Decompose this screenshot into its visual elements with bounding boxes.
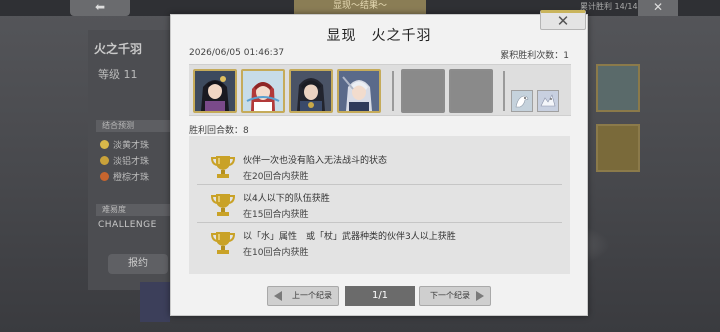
black-hair-mage-portrait-icon <box>195 71 235 111</box>
level-label: 等级 <box>98 68 120 81</box>
red-hair-girl-portrait-icon <box>243 71 283 111</box>
condition-title: 以4人以下的队伍获胜 <box>243 194 330 204</box>
condition-row-1: 伙伴一次也没有陷入无法战斗的状态 在20回合内获胜 <box>189 146 570 184</box>
character-thumb-2[interactable] <box>596 124 640 172</box>
next-record-button[interactable]: 下一个纪录 <box>419 286 491 306</box>
previous-record-label: 上一个纪录 <box>292 291 332 300</box>
level-value: 11 <box>123 68 138 81</box>
condition-row-2: 以4人以下的队伍获胜 在15回合内获胜 <box>189 184 570 222</box>
condition-row-3: 以「水」属性 或「杖」武器种类的伙伴3人以上获胜 在10回合内获胜 <box>189 222 570 260</box>
gem-line-3: 橙棕才珠 <box>100 170 149 183</box>
dark-hair-swordsman-portrait-icon <box>291 71 331 111</box>
gem-line-1: 淡黄才珠 <box>100 138 149 151</box>
trophy-icon <box>211 156 235 178</box>
difficulty-value: CHALLENGE <box>98 220 157 230</box>
white-dragon-icon <box>538 91 558 111</box>
party-divider-2 <box>503 71 505 111</box>
condition-subtitle: 在15回合内获胜 <box>243 210 309 220</box>
condition-subtitle: 在10回合内获胜 <box>243 248 309 258</box>
condition-subtitle: 在20回合内获胜 <box>243 172 309 182</box>
battle-record-modal: 显现 火之千羽 2026/06/05 01:46:37 累积胜利次数：1 胜利回… <box>170 14 588 316</box>
party-slot-empty-1[interactable] <box>401 69 445 113</box>
hero-name: 火之千羽 <box>94 42 143 56</box>
hero-level: 等级 11 <box>98 66 138 82</box>
party-slot-1[interactable] <box>193 69 237 113</box>
party-slot-2[interactable] <box>241 69 285 113</box>
record-date: 2026/06/05 01:46:37 <box>189 48 285 58</box>
yellow-gem-icon <box>100 140 109 149</box>
gold-gem-icon <box>100 156 109 165</box>
orange-gem-icon <box>100 172 109 181</box>
modal-close-button[interactable]: ✕ <box>540 10 586 30</box>
trophy-icon <box>211 194 235 216</box>
arrow-left-icon <box>274 291 282 301</box>
page-indicator: 1/1 <box>345 286 415 306</box>
party-lineup <box>189 64 571 116</box>
party-slot-empty-2[interactable] <box>449 69 493 113</box>
support-slot-1[interactable] <box>511 90 533 112</box>
section-header-prediction: 结合预测 <box>96 120 170 132</box>
trophy-icon <box>211 232 235 254</box>
gem-line-2: 淡铝才珠 <box>100 154 149 167</box>
total-wins-label: 累积胜利次数： <box>500 51 564 61</box>
section-header-difficulty: 难易度 <box>96 204 170 216</box>
previous-record-button[interactable]: 上一个纪录 <box>267 286 339 306</box>
support-slot-2[interactable] <box>537 90 559 112</box>
modal-title: 显现 火之千羽 <box>326 28 432 44</box>
condition-title: 伙伴一次也没有陷入无法战斗的状态 <box>243 156 388 166</box>
victory-rounds-label: 胜利回合数： <box>189 126 244 136</box>
next-record-label: 下一个纪录 <box>430 291 470 300</box>
reward-button[interactable]: 报约 <box>108 254 168 274</box>
white-hair-archer-portrait-icon <box>339 71 379 111</box>
bottom-decoration <box>140 282 170 322</box>
party-slot-3[interactable] <box>289 69 333 113</box>
white-bird-icon <box>512 91 532 111</box>
result-tab: 显现～结果～ <box>294 0 426 14</box>
party-divider-1 <box>392 71 394 111</box>
victory-rounds-value: 8 <box>243 126 249 136</box>
conditions-panel: 伙伴一次也没有陷入无法战斗的状态 在20回合内获胜 以4人以下的队伍获胜 在15… <box>189 136 570 274</box>
background-close-button[interactable]: ✕ <box>638 0 678 16</box>
character-thumb-1[interactable] <box>596 64 640 112</box>
total-wins-value: 1 <box>563 51 569 61</box>
back-button[interactable]: ⬅ <box>70 0 130 16</box>
victory-rounds: 胜利回合数：8 <box>189 123 249 136</box>
arrow-right-icon <box>476 291 484 301</box>
condition-title: 以「水」属性 或「杖」武器种类的伙伴3人以上获胜 <box>243 232 456 242</box>
total-wins: 累积胜利次数：1 <box>500 48 569 61</box>
party-slot-4[interactable] <box>337 69 381 113</box>
